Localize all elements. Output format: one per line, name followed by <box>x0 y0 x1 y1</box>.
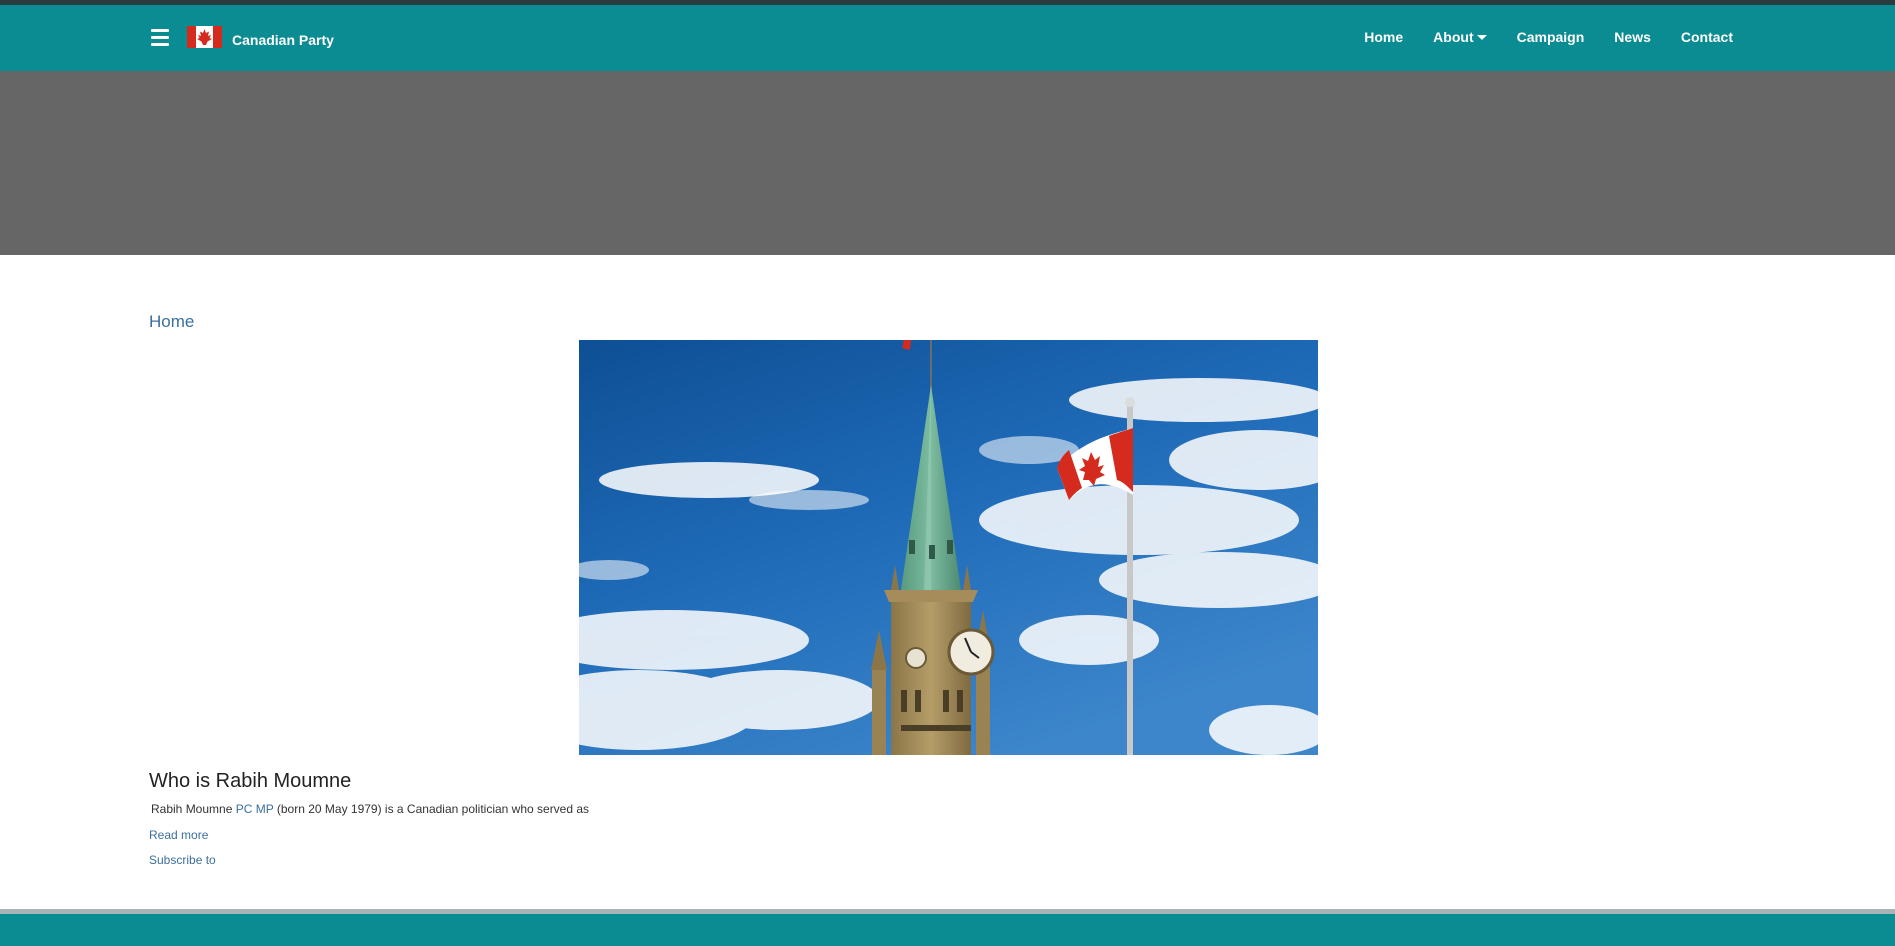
nav-home-link[interactable]: Home <box>1364 29 1403 45</box>
teaser-suffix: (born 20 May 1979) is a Canadian politic… <box>273 802 590 816</box>
caret-down-icon <box>1476 34 1487 40</box>
site-brand-link[interactable]: Canadian Party <box>232 32 334 48</box>
nav-about-dropdown[interactable]: About <box>1433 29 1487 45</box>
pc-link[interactable]: PC <box>236 802 253 816</box>
teaser-prefix: Rabih Moumne <box>151 802 236 816</box>
nav-campaign-link[interactable]: Campaign <box>1517 29 1585 45</box>
footer <box>0 914 1895 946</box>
mp-link[interactable]: MP <box>256 802 274 816</box>
article-title: Who is Rabih Moumne <box>149 770 352 792</box>
main-nav: Home About Campaign News Contact <box>1334 29 1733 45</box>
navbar: Canadian Party Home About Campaign News … <box>0 5 1895 71</box>
canadian-flag-icon[interactable] <box>187 26 222 48</box>
subscribe-link[interactable]: Subscribe to <box>149 853 216 867</box>
breadcrumb-home-link[interactable]: Home <box>149 312 194 332</box>
header-banner <box>0 71 1895 255</box>
nav-news-link[interactable]: News <box>1614 29 1651 45</box>
hero-image-parliament-tower <box>579 340 1318 755</box>
read-more-link[interactable]: Read more <box>149 828 208 842</box>
article-teaser: Rabih Moumne PC MP (born 20 May 1979) is… <box>151 802 589 816</box>
nav-contact-link[interactable]: Contact <box>1681 29 1733 45</box>
hamburger-icon[interactable] <box>151 29 169 46</box>
nav-about-label: About <box>1433 29 1474 45</box>
